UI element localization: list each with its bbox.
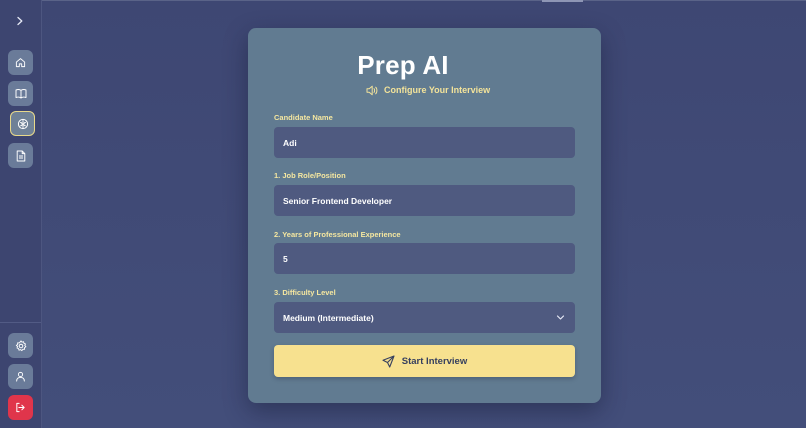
sidebar-item-documents[interactable] [8,143,33,168]
chevron-down-icon [556,315,565,320]
page-title: Prep AI [357,50,449,80]
sidebar-item-interview[interactable] [10,111,35,136]
start-interview-button[interactable]: Start Interview [274,345,575,377]
experience-input[interactable]: 5 [274,243,575,274]
candidate-name-label: Candidate Name [274,113,333,122]
experience-label: 2. Years of Professional Experience [274,230,401,239]
subtitle: Configure Your Interview [366,83,490,97]
sidebar-divider [0,322,41,323]
difficulty-select[interactable]: Medium (Intermediate) [274,302,575,333]
file-text-icon [16,150,25,161]
job-role-label: 1. Job Role/Position [274,171,346,180]
subtitle-text: Configure Your Interview [384,85,491,95]
logout-button[interactable] [8,395,33,420]
gear-icon [15,339,26,351]
brain-icon [17,118,28,129]
job-role-input[interactable]: Senior Frontend Developer [274,185,575,216]
sidebar-item-settings[interactable] [8,333,33,358]
send-icon [382,354,395,368]
top-border [0,0,806,1]
start-interview-label: Start Interview [401,355,468,367]
sidebar-item-profile[interactable] [8,364,33,389]
candidate-name-input[interactable]: Adi [274,127,575,158]
user-icon [16,371,25,382]
top-scroll-indicator [542,0,583,2]
sidebar-toggle-button[interactable] [12,13,28,29]
speaker-icon [366,85,378,95]
chevron-right-icon [17,16,23,26]
logout-icon [16,402,25,413]
difficulty-selected-value: Medium (Intermediate) [283,312,374,323]
sidebar-item-library[interactable] [8,81,33,106]
book-open-icon [15,89,26,99]
difficulty-label: 3. Difficulty Level [274,288,336,297]
